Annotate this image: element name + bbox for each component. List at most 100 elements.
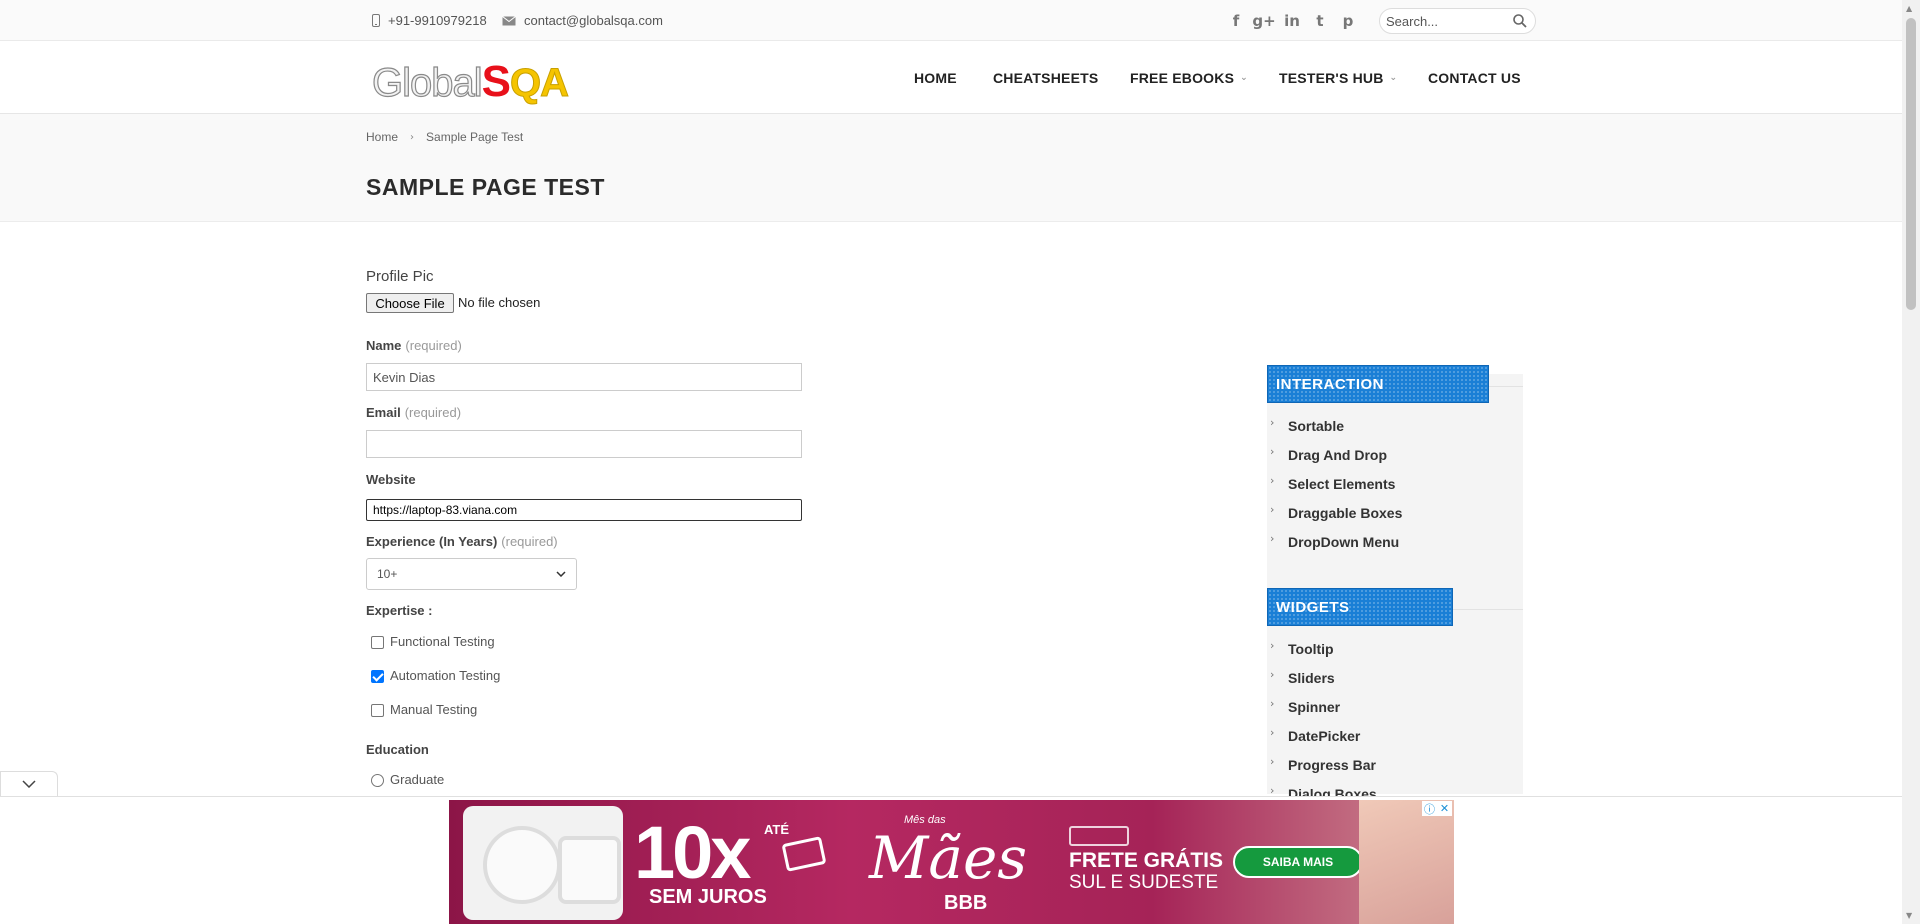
ad-sul-text: SUL E SUDESTE	[1069, 872, 1219, 893]
ad-saiba-mais-button[interactable]: SAIBA MAIS	[1233, 846, 1363, 878]
nav-testers-hub-label: TESTER'S HUB	[1279, 69, 1384, 86]
nav-cheatsheets[interactable]: CHEATSHEETS	[993, 41, 1098, 114]
breadcrumb-separator-icon: ›	[410, 131, 415, 143]
no-file-chosen-text: No file chosen	[458, 295, 541, 310]
page-title-area: Home › Sample Page Test SAMPLE PAGE TEST	[0, 114, 1902, 222]
logo-text-s: S	[481, 57, 511, 106]
sidebar-item-drag-and-drop[interactable]: Drag And Drop	[1288, 447, 1387, 463]
automation-testing-checkbox[interactable]	[371, 670, 384, 683]
social-links: f g+ in t p	[1222, 11, 1362, 31]
chevron-right-icon: ›	[1270, 532, 1275, 545]
google-plus-icon[interactable]: g+	[1250, 11, 1278, 31]
expertise-label: Expertise :	[366, 603, 433, 618]
nav-free-ebooks-label: FREE EBOOKS	[1130, 69, 1235, 86]
scroll-up-icon[interactable]: ▲	[1906, 4, 1912, 13]
chevron-right-icon: ›	[1270, 474, 1275, 487]
widgets-widget-title: WIDGETS	[1267, 588, 1453, 626]
breadcrumb-current: Sample Page Test	[426, 130, 524, 144]
required-hint: (required)	[405, 338, 462, 353]
scrollbar-thumb[interactable]	[1906, 18, 1916, 310]
functional-testing-checkbox[interactable]	[371, 636, 384, 649]
scroll-down-icon[interactable]: ▼	[1906, 911, 1912, 920]
sidebar-item-sliders[interactable]: Sliders	[1288, 670, 1335, 686]
manual-testing-checkbox[interactable]	[371, 704, 384, 717]
email-link[interactable]: contact@globalsqa.com	[524, 13, 663, 28]
graduate-label: Graduate	[390, 772, 445, 787]
sidebar-item-dropdown-menu[interactable]: DropDown Menu	[1288, 534, 1399, 550]
close-icon[interactable]: ✕	[1437, 801, 1452, 816]
ad-juros-text: SEM JUROS	[649, 886, 767, 908]
choose-file-button[interactable]: Choose File	[366, 293, 454, 313]
nav-free-ebooks[interactable]: FREE EBOOKS ⌄	[1130, 41, 1248, 114]
twitter-icon[interactable]: t	[1306, 11, 1334, 31]
sidebar-item-spinner[interactable]: Spinner	[1288, 699, 1340, 715]
search-icon[interactable]	[1513, 14, 1527, 28]
chevron-down-icon: ⌄	[1389, 72, 1398, 83]
sidebar-item-progress-bar[interactable]: Progress Bar	[1288, 757, 1376, 773]
facebook-icon[interactable]: f	[1222, 11, 1250, 31]
nav-contact-us[interactable]: CONTACT US	[1428, 41, 1521, 114]
credit-card-icon	[781, 836, 827, 872]
required-hint: (required)	[404, 405, 462, 420]
phone-contact: +91-9910979218	[372, 0, 487, 41]
chevron-right-icon: ›	[1270, 697, 1275, 710]
name-label: Name (required)	[366, 338, 462, 353]
chevron-right-icon: ›	[1270, 416, 1275, 429]
top-bar: +91-9910979218 contact@globalsqa.com f g…	[0, 0, 1902, 41]
ad-collapse-toggle[interactable]	[0, 771, 58, 796]
ad-product-image	[463, 806, 623, 920]
page-scrollbar[interactable]: ▲ ▼	[1902, 0, 1920, 924]
chevron-down-icon	[22, 780, 36, 788]
breadcrumb: Home › Sample Page Test	[366, 130, 523, 144]
website-label: Website	[366, 472, 416, 487]
graduate-radio[interactable]	[371, 774, 384, 787]
automation-testing-label: Automation Testing	[390, 668, 501, 683]
name-input[interactable]	[366, 363, 802, 391]
widget-divider	[1489, 386, 1523, 387]
sidebar-item-sortable[interactable]: Sortable	[1288, 418, 1344, 434]
sidebar-item-select-elements[interactable]: Select Elements	[1288, 476, 1395, 492]
site-logo[interactable]: Global S QA	[371, 57, 569, 106]
search-box	[1379, 8, 1536, 34]
sidebar-item-datepicker[interactable]: DatePicker	[1288, 728, 1360, 744]
ad-banner[interactable]: 10x ATÉ SEM JUROS Mês das Mães BBB FRETE…	[449, 800, 1454, 924]
page-title: SAMPLE PAGE TEST	[366, 174, 605, 200]
chevron-right-icon: ›	[1270, 445, 1275, 458]
chevron-down-icon: ⌄	[1240, 72, 1248, 83]
chevron-right-icon: ›	[1270, 755, 1275, 768]
ad-controls: ⓘ ✕	[1422, 801, 1452, 816]
linkedin-icon[interactable]: in	[1278, 11, 1306, 31]
manual-testing-label: Manual Testing	[390, 702, 478, 717]
email-label: Email (required)	[366, 405, 461, 420]
breadcrumb-home[interactable]: Home	[366, 130, 398, 144]
envelope-icon	[502, 15, 516, 25]
ad-bbb-text: BBB	[944, 892, 988, 914]
email-label-text: Email	[366, 405, 401, 420]
ad-frete-text: FRETE GRÁTIS	[1069, 849, 1224, 872]
phone-number: +91-9910979218	[388, 13, 487, 28]
phone-icon	[372, 14, 380, 27]
site-header: Global S QA HOME CHEATSHEETS FREE EBOOKS…	[0, 41, 1902, 114]
experience-selected-value: 10+	[377, 567, 398, 581]
website-input[interactable]	[366, 499, 802, 521]
experience-label: Experience (In Years) (required)	[366, 534, 558, 549]
logo-text-qa: QA	[509, 61, 569, 106]
nav-home[interactable]: HOME	[914, 41, 957, 114]
sidebar-item-tooltip[interactable]: Tooltip	[1288, 641, 1334, 657]
email-contact: contact@globalsqa.com	[502, 0, 663, 41]
experience-label-text: Experience (In Years)	[366, 534, 498, 549]
functional-testing-label: Functional Testing	[390, 634, 495, 649]
nav-testers-hub[interactable]: TESTER'S HUB ⌄	[1279, 41, 1397, 114]
search-input[interactable]	[1386, 12, 1506, 30]
widget-divider	[1453, 609, 1523, 610]
pinterest-icon[interactable]: p	[1334, 11, 1362, 31]
name-label-text: Name	[366, 338, 402, 353]
logo-text-global: Global	[371, 60, 483, 105]
profile-pic-label: Profile Pic	[366, 268, 434, 285]
ad-info-icon[interactable]: ⓘ	[1422, 801, 1437, 816]
required-hint: (required)	[501, 534, 558, 549]
email-input[interactable]	[366, 430, 802, 458]
experience-select[interactable]: 10+	[366, 558, 577, 590]
sidebar-item-draggable-boxes[interactable]: Draggable Boxes	[1288, 505, 1402, 521]
ad-maes-text: Mães	[869, 824, 1028, 892]
